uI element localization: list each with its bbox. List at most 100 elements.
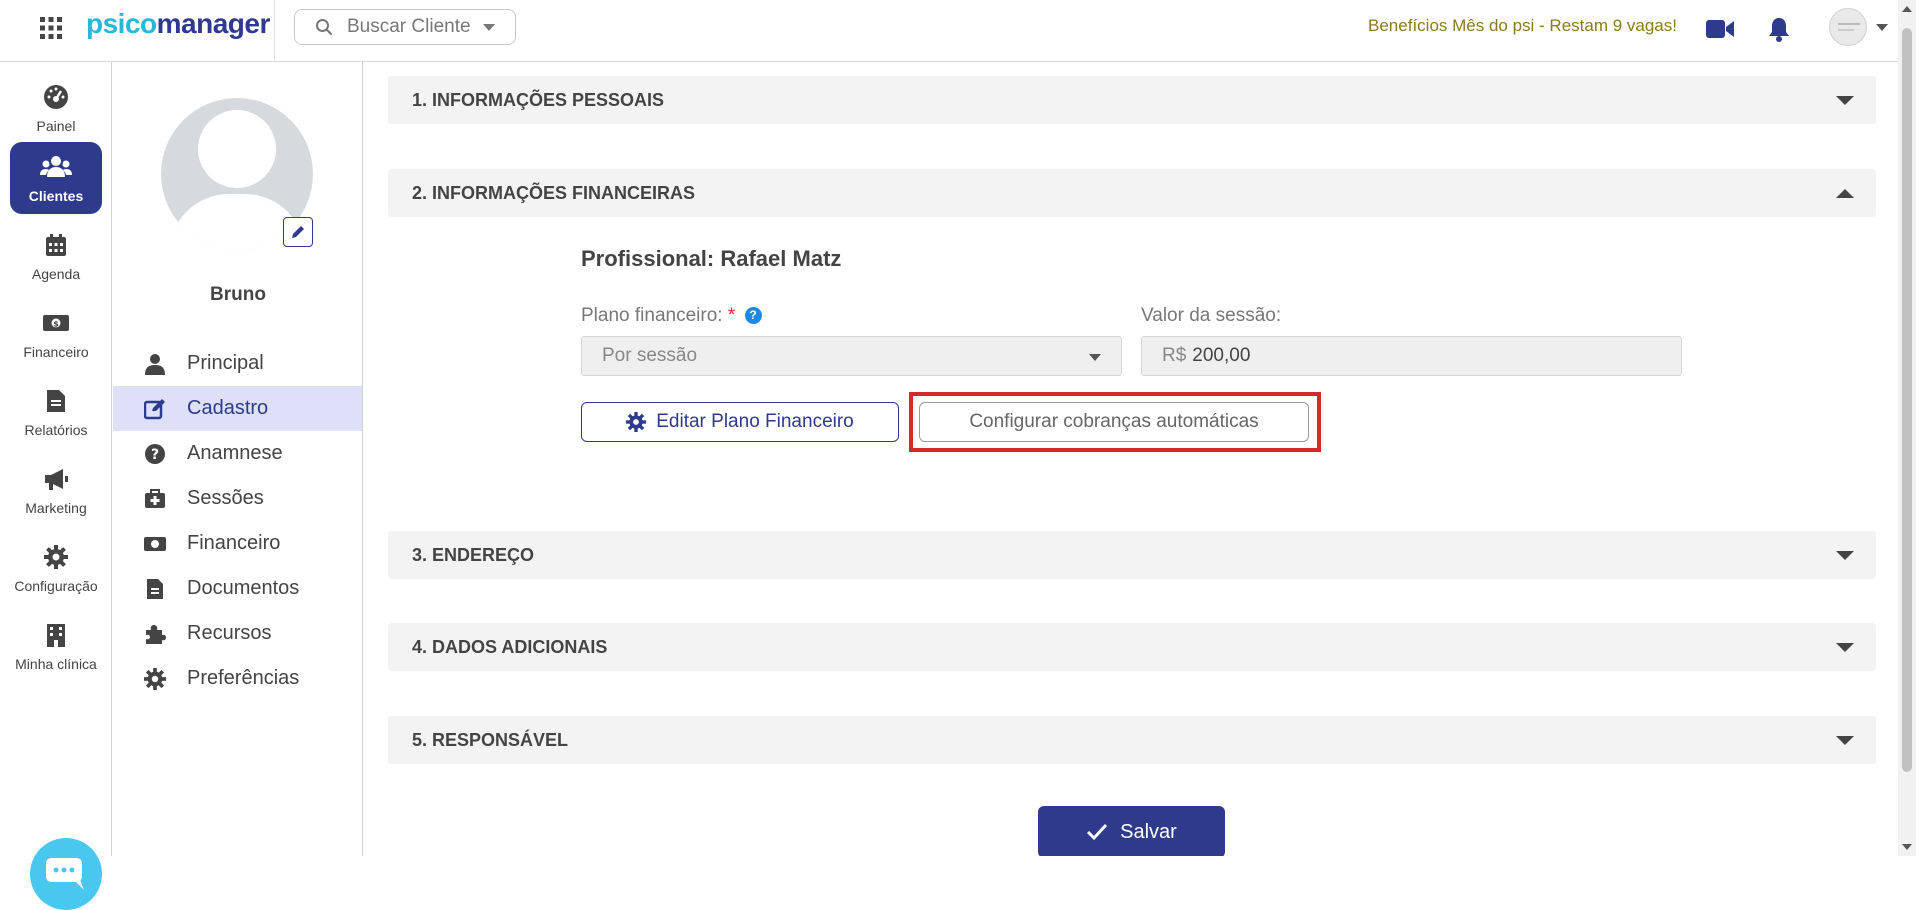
nav-painel[interactable]: Painel: [10, 72, 102, 144]
session-value-label: Valor da sessão:: [1141, 305, 1282, 326]
edit-photo-button[interactable]: [283, 217, 313, 247]
menu-item-sessoes[interactable]: Sessões: [113, 476, 362, 521]
section-additional-data[interactable]: 4. DADOS ADICIONAIS: [388, 623, 1876, 671]
file-icon: [46, 386, 66, 416]
menu-item-cadastro[interactable]: Cadastro: [113, 386, 362, 431]
nav-label: Painel: [36, 118, 76, 134]
nav-label: Configuração: [14, 578, 98, 594]
section-title: 5. RESPONSÁVEL: [412, 729, 569, 750]
client-profile-panel: Bruno Principal Cadastro ? Anamnese Sess…: [113, 62, 363, 856]
nav-clientes[interactable]: Clientes: [10, 142, 102, 214]
search-icon: [316, 19, 332, 35]
button-label: Salvar: [1120, 820, 1177, 843]
section-title: 4. DADOS ADICIONAIS: [412, 636, 608, 657]
chevron-down-icon: [1836, 551, 1854, 560]
chevron-down-icon[interactable]: [1876, 24, 1888, 31]
edit-financial-plan-button[interactable]: Editar Plano Financeiro: [581, 402, 899, 442]
file-icon: [143, 577, 167, 601]
chevron-down-icon: [1836, 643, 1854, 652]
svg-text:?: ?: [151, 447, 159, 463]
help-icon[interactable]: ?: [744, 307, 762, 324]
client-name: Bruno: [210, 284, 266, 305]
megaphone-icon: [43, 464, 69, 494]
section-guardian[interactable]: 5. RESPONSÁVEL: [388, 716, 1876, 764]
client-search[interactable]: Buscar Cliente: [294, 9, 516, 45]
main-nav: Painel Clientes Agenda $ Financeiro Rela…: [0, 62, 112, 910]
menu-item-label: Anamnese: [187, 442, 283, 464]
puzzle-icon: [143, 622, 167, 646]
check-icon: [1087, 823, 1108, 841]
menu-item-label: Sessões: [187, 487, 264, 509]
chevron-down-icon: [1089, 354, 1101, 361]
plan-label: Plano financeiro: * ?: [581, 305, 762, 327]
pencil-icon: [292, 226, 304, 238]
svg-text:$: $: [53, 320, 59, 329]
top-bar: psicomanager Buscar Cliente Benefícios M…: [0, 0, 1898, 62]
nav-configuracao[interactable]: Configuração: [10, 532, 102, 604]
bell-icon[interactable]: [1762, 12, 1796, 46]
nav-relatorios[interactable]: Relatórios: [10, 376, 102, 448]
professional-name: Profissional: Rafael Matz: [581, 246, 842, 271]
nav-marketing[interactable]: Marketing: [10, 454, 102, 526]
promo-link[interactable]: Benefícios Mês do psi - Restam 9 vagas!: [1368, 16, 1677, 36]
section-title: 2. INFORMAÇÕES FINANCEIRAS: [412, 182, 696, 203]
nav-label: Marketing: [25, 500, 87, 516]
menu-item-documentos[interactable]: Documentos: [113, 566, 362, 611]
chevron-down-icon: [1836, 96, 1854, 105]
chevron-down-icon: [482, 23, 495, 31]
scrollbar[interactable]: [1898, 0, 1916, 856]
medkit-icon: [143, 487, 167, 511]
menu-item-label: Documentos: [187, 577, 300, 599]
menu-item-preferencias[interactable]: Preferências: [113, 656, 362, 701]
currency-prefix: R$: [1162, 345, 1187, 366]
logo-part-manager: manager: [156, 8, 271, 39]
section-address[interactable]: 3. ENDEREÇO: [388, 531, 1876, 579]
plan-label-text: Plano financeiro:: [581, 305, 723, 326]
menu-item-anamnese[interactable]: ? Anamnese: [113, 431, 362, 476]
menu-item-label: Financeiro: [187, 532, 281, 554]
nav-minha-clinica[interactable]: Minha clínica: [10, 610, 102, 682]
logo-part-psico: psico: [86, 8, 157, 39]
session-value-field[interactable]: R$ 200,00: [1141, 336, 1682, 376]
section-personal-info[interactable]: 1. INFORMAÇÕES PESSOAIS: [388, 76, 1876, 124]
apps-grid-icon[interactable]: [38, 15, 66, 43]
button-label: Editar Plano Financeiro: [656, 411, 854, 432]
main-content: 1. INFORMAÇÕES PESSOAIS 2. INFORMAÇÕES F…: [364, 62, 1898, 856]
nav-label: Financeiro: [23, 344, 89, 360]
money-icon: $: [42, 308, 70, 338]
menu-item-principal[interactable]: Principal: [113, 341, 362, 386]
user-icon: [143, 352, 167, 376]
menu-item-financeiro[interactable]: Financeiro: [113, 521, 362, 566]
nav-agenda[interactable]: Agenda: [10, 220, 102, 292]
menu-item-label: Principal: [187, 352, 264, 374]
building-icon: [46, 620, 66, 650]
calendar-icon: [45, 230, 67, 260]
nav-label: Agenda: [31, 266, 81, 282]
configure-auto-charges-button[interactable]: Configurar cobranças automáticas: [919, 402, 1309, 442]
logo[interactable]: psicomanager: [86, 8, 270, 40]
nav-financeiro[interactable]: $ Financeiro: [10, 298, 102, 370]
chevron-up-icon: [1836, 189, 1854, 198]
video-camera-icon[interactable]: [1703, 12, 1737, 46]
scrollbar-thumb[interactable]: [1902, 28, 1912, 772]
section-financial-info[interactable]: 2. INFORMAÇÕES FINANCEIRAS: [388, 169, 1876, 217]
chat-icon[interactable]: [30, 838, 102, 910]
menu-item-label: Preferências: [187, 667, 300, 689]
scroll-down-arrow-icon[interactable]: [1902, 844, 1912, 850]
menu-item-label: Recursos: [187, 622, 272, 644]
section-title: 1. INFORMAÇÕES PESSOAIS: [412, 89, 665, 110]
required-mark: *: [727, 305, 736, 326]
edit-icon: [143, 397, 167, 421]
gear-icon: [44, 542, 68, 572]
session-value: 200,00: [1192, 345, 1251, 366]
financial-plan-select[interactable]: Por sessão: [581, 336, 1122, 376]
question-circle-icon: ?: [143, 442, 167, 466]
save-button[interactable]: Salvar: [1038, 806, 1225, 856]
menu-item-label: Cadastro: [187, 397, 269, 419]
users-icon: [40, 152, 72, 182]
user-avatar[interactable]: [1829, 8, 1867, 46]
nav-label: Clientes: [28, 188, 84, 204]
scroll-up-arrow-icon[interactable]: [1902, 6, 1912, 12]
menu-item-recursos[interactable]: Recursos: [113, 611, 362, 656]
nav-label: Minha clínica: [15, 656, 97, 672]
